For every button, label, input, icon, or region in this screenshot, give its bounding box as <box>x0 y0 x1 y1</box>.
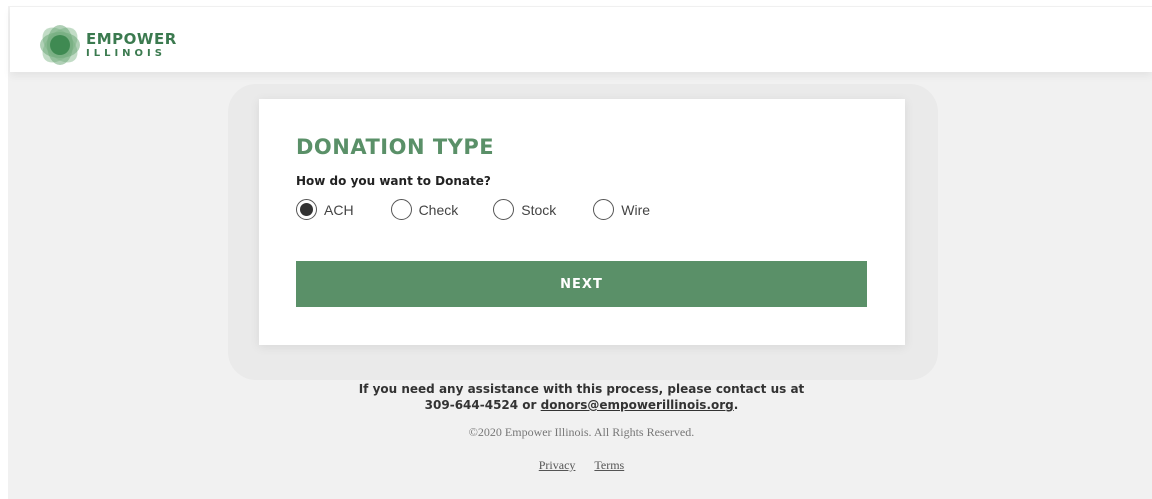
radio-label-wire: Wire <box>621 201 651 218</box>
donation-question-label: How do you want to Donate? <box>296 174 491 188</box>
logo-text-illinois: ILLINOIS <box>86 47 166 59</box>
leaf-flower-icon <box>38 23 82 67</box>
donation-type-card: DONATION TYPE How do you want to Donate?… <box>259 99 905 345</box>
footer-links: Privacy Terms <box>0 458 1152 473</box>
logo-wordmark: EMPOWER ILLINOIS <box>86 29 177 59</box>
radio-label-ach: ACH <box>324 201 354 218</box>
radio-button-stock[interactable] <box>493 199 515 220</box>
logo-text-empower: EMPOWER <box>86 29 177 48</box>
privacy-link[interactable]: Privacy <box>539 458 576 472</box>
next-button[interactable]: NEXT <box>296 261 867 307</box>
page-title: DONATION TYPE <box>296 135 495 159</box>
radio-option-wire[interactable]: Wire <box>593 199 650 220</box>
radio-button-wire[interactable] <box>593 199 615 220</box>
radio-option-ach[interactable]: ACH <box>296 199 354 220</box>
site-header: EMPOWER ILLINOIS <box>10 7 1152 72</box>
donation-method-radio-group: ACH Check Stock Wire <box>296 199 650 220</box>
radio-option-stock[interactable]: Stock <box>493 199 556 220</box>
terms-link[interactable]: Terms <box>594 458 624 472</box>
phone-text: 309-644-4524 or <box>424 398 537 412</box>
assistance-line-2: 309-644-4524 or donors@empowerillinois.o… <box>0 397 1152 413</box>
radio-selected-dot <box>300 203 313 216</box>
assistance-period: . <box>733 398 739 412</box>
copyright-text: ©2020 Empower Illinois. All Rights Reser… <box>468 425 695 439</box>
radio-label-stock: Stock <box>521 201 557 218</box>
donors-email-link[interactable]: donors@empowerillinois.org <box>541 398 734 412</box>
assistance-line-1: If you need any assistance with this pro… <box>358 382 805 396</box>
radio-button-ach[interactable] <box>296 199 317 220</box>
empower-illinois-logo[interactable]: EMPOWER ILLINOIS <box>38 23 177 67</box>
radio-label-check: Check <box>418 201 459 218</box>
radio-button-check[interactable] <box>390 199 412 220</box>
assistance-message: If you need any assistance with this pro… <box>0 381 1152 413</box>
radio-option-check[interactable]: Check <box>390 199 459 220</box>
